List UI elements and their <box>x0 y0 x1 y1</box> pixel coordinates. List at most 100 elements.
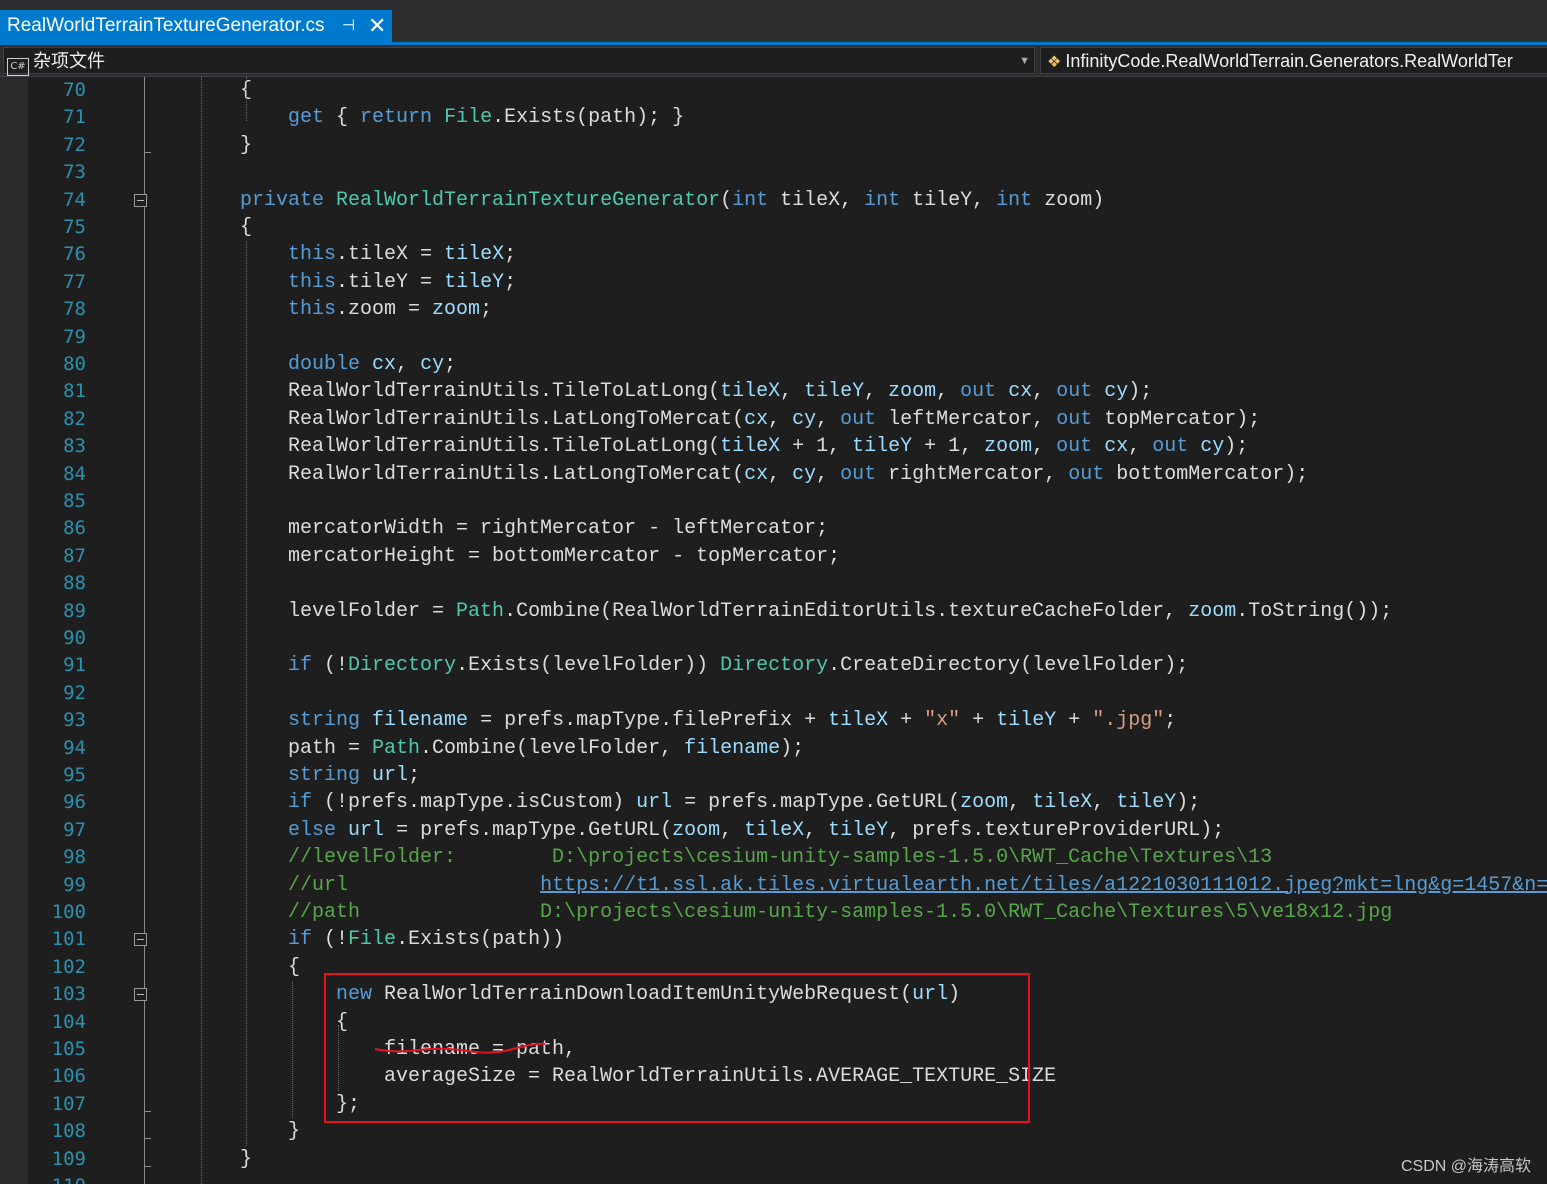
code-text[interactable]: } <box>240 1118 300 1145</box>
code-line[interactable]: 72} <box>0 132 1547 159</box>
code-line[interactable]: 74 private RealWorldTerrainTextureGenerat… <box>0 187 1547 214</box>
code-line[interactable]: 86 mercatorWidth = rightMercator - leftM… <box>0 515 1547 542</box>
code-text[interactable]: this.zoom = zoom; <box>240 296 492 323</box>
code-text[interactable]: RealWorldTerrainUtils.TileToLatLong(tile… <box>240 433 1248 460</box>
code-text[interactable]: RealWorldTerrainUtils.TileToLatLong(tile… <box>240 378 1152 405</box>
code-text[interactable]: RealWorldTerrainUtils.LatLongToMercat(cx… <box>240 406 1260 433</box>
code-line[interactable]: 97 else url = prefs.mapType.GetURL(zoom,… <box>0 817 1547 844</box>
chevron-down-icon[interactable]: ▼ <box>1019 48 1030 75</box>
code-text[interactable]: if (!prefs.mapType.isCustom) url = prefs… <box>240 789 1200 816</box>
type-dropdown[interactable]: ❖ InfinityCode.RealWorldTerrain.Generator… <box>1040 47 1547 74</box>
code-text[interactable]: //path D:\projects\cesium-unity-samples-… <box>240 899 1392 926</box>
code-text[interactable]: string url; <box>240 762 420 789</box>
code-line[interactable]: 93 string filename = prefs.mapType.fileP… <box>0 707 1547 734</box>
code-text[interactable]: levelFolder = Path.Combine(RealWorldTerr… <box>240 598 1392 625</box>
code-token: tileX <box>1032 791 1093 815</box>
code-line[interactable]: 100 //path D:\projects\cesium-unity-samp… <box>0 899 1547 926</box>
code-line[interactable]: 70{ <box>0 77 1547 104</box>
code-line[interactable]: 75 { <box>0 214 1547 241</box>
code-token: (! <box>312 654 349 678</box>
code-token: , <box>936 380 961 404</box>
code-line[interactable]: 109} <box>0 1146 1547 1173</box>
line-number: 93 <box>63 709 86 732</box>
code-token: tileX <box>720 435 781 459</box>
code-line[interactable]: 83 RealWorldTerrainUtils.TileToLatLong(t… <box>0 433 1547 460</box>
code-line[interactable]: 80 double cx, cy; <box>0 351 1547 378</box>
code-line[interactable]: 78 this.zoom = zoom; <box>0 296 1547 323</box>
code-text[interactable]: mercatorHeight = bottomMercator - topMer… <box>240 543 840 570</box>
code-line[interactable]: 89 levelFolder = Path.Combine(RealWorldT… <box>0 598 1547 625</box>
code-text[interactable]: string filename = prefs.mapType.filePref… <box>240 707 1176 734</box>
code-text[interactable]: this.tileX = tileX; <box>240 241 516 268</box>
code-token: tileY <box>996 709 1057 733</box>
code-text[interactable]: { <box>240 954 300 981</box>
line-number: 109 <box>51 1147 86 1170</box>
code-token: path = <box>240 736 373 760</box>
code-text[interactable]: else url = prefs.mapType.GetURL(zoom, ti… <box>240 817 1224 844</box>
code-line[interactable]: 85 <box>0 488 1547 515</box>
code-token: + <box>1056 709 1093 733</box>
code-line[interactable]: 88 <box>0 570 1547 597</box>
code-line[interactable]: 84 RealWorldTerrainUtils.LatLongToMercat… <box>0 461 1547 488</box>
line-number: 80 <box>63 353 86 375</box>
line-number: 74 <box>63 188 86 211</box>
code-line[interactable]: 99 //url https://t1.ssl.ak.tiles.virtual… <box>0 872 1547 899</box>
code-text[interactable]: if (!Directory.Exists(levelFolder)) Dire… <box>240 652 1188 679</box>
code-line[interactable]: 95 string url; <box>0 762 1547 789</box>
line-number: 99 <box>63 873 86 896</box>
code-token: "x" <box>924 709 961 733</box>
code-text[interactable]: RealWorldTerrainUtils.LatLongToMercat(cx… <box>240 461 1308 488</box>
code-text[interactable]: //levelFolder: D:\projects\cesium-unity-… <box>240 844 1272 871</box>
code-line[interactable]: 71 get { return File.Exists(path); } <box>0 104 1547 131</box>
code-text[interactable]: private RealWorldTerrainTextureGenerator… <box>240 187 1104 214</box>
code-text[interactable]: double cx, cy; <box>240 351 456 378</box>
code-line[interactable]: 92 <box>0 680 1547 707</box>
document-tab[interactable]: RealWorldTerrainTextureGenerator.cs ⊣ ✕ <box>0 10 392 42</box>
project-dropdown[interactable]: C# 杂项文件 ▼ <box>3 47 1035 76</box>
code-text[interactable]: } <box>240 1146 252 1173</box>
code-token: get <box>288 106 325 130</box>
code-text[interactable]: mercatorWidth = rightMercator - leftMerc… <box>240 515 828 542</box>
code-line[interactable]: 73 <box>0 159 1547 186</box>
code-line[interactable]: 87 mercatorHeight = bottomMercator - top… <box>0 543 1547 570</box>
code-token: + 1, <box>912 435 985 459</box>
code-text[interactable]: { <box>240 214 252 241</box>
code-line[interactable]: 101 if (!File.Exists(path)) <box>0 926 1547 953</box>
code-token: .Combine(RealWorldTerrainEditorUtils.tex… <box>504 599 1189 623</box>
code-token: levelFolder = <box>240 599 457 623</box>
code-line[interactable]: 79 <box>0 324 1547 351</box>
code-token: ; <box>444 353 457 376</box>
code-text[interactable]: //url https://t1.ssl.ak.tiles.virtualear… <box>240 872 1547 899</box>
code-token: tileY, <box>900 188 997 212</box>
code-line[interactable]: 81 RealWorldTerrainUtils.TileToLatLong(t… <box>0 378 1547 405</box>
code-text[interactable]: path = Path.Combine(levelFolder, filenam… <box>240 735 804 762</box>
code-token: , <box>1032 380 1057 404</box>
code-line[interactable]: 82 RealWorldTerrainUtils.LatLongToMercat… <box>0 406 1547 433</box>
code-line[interactable]: 110 <box>0 1173 1547 1184</box>
code-line[interactable]: 76 this.tileX = tileX; <box>0 241 1547 268</box>
code-editor[interactable]: 70{71 get { return File.Exists(path); } 7… <box>0 77 1547 1184</box>
code-line[interactable]: 91 if (!Directory.Exists(levelFolder)) D… <box>0 652 1547 679</box>
document-tab-bar: RealWorldTerrainTextureGenerator.cs ⊣ ✕ <box>0 0 1547 45</box>
code-line[interactable]: 98 //levelFolder: D:\projects\cesium-uni… <box>0 844 1547 871</box>
code-line[interactable]: 96 if (!prefs.mapType.isCustom) url = pr… <box>0 789 1547 816</box>
line-number: 86 <box>63 517 86 540</box>
code-token: cx <box>1008 380 1033 404</box>
code-line[interactable]: 90 <box>0 625 1547 652</box>
code-token: return <box>360 106 433 130</box>
code-text[interactable]: get { return File.Exists(path); } <box>240 104 684 131</box>
close-icon[interactable]: ✕ <box>368 10 386 42</box>
pin-icon[interactable]: ⊣ <box>342 10 355 42</box>
line-number: 85 <box>63 490 86 512</box>
code-line[interactable]: 77 this.tileY = tileY; <box>0 269 1547 296</box>
code-text[interactable]: this.tileY = tileY; <box>240 269 516 296</box>
code-token: string <box>288 764 361 787</box>
code-text[interactable]: if (!File.Exists(path)) <box>240 926 564 953</box>
code-line[interactable]: 94 path = Path.Combine(levelFolder, file… <box>0 735 1547 762</box>
line-number: 103 <box>51 983 86 1006</box>
code-text[interactable]: } <box>240 132 252 159</box>
